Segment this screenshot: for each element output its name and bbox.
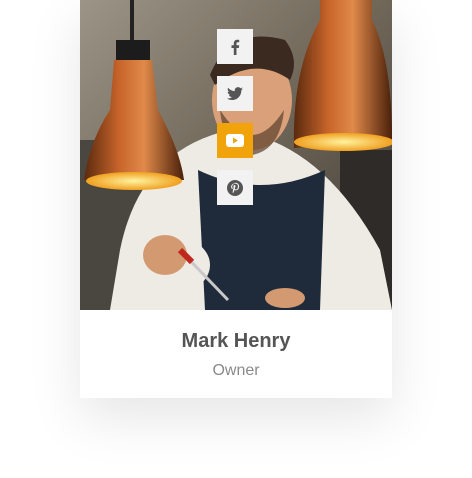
chef-photo: [80, 0, 392, 310]
youtube-icon: [226, 134, 244, 147]
member-role: Owner: [212, 362, 260, 379]
twitter-button[interactable]: [217, 76, 253, 111]
member-info: Mark Henry Owner: [80, 310, 392, 398]
twitter-icon: [227, 86, 243, 100]
pinterest-icon: [227, 179, 243, 196]
facebook-button[interactable]: [217, 29, 253, 64]
team-member-card: Mark Henry Owner: [80, 0, 392, 398]
pinterest-button[interactable]: [217, 170, 253, 205]
member-name: Mark Henry: [181, 330, 291, 352]
facebook-icon: [231, 39, 240, 55]
youtube-button[interactable]: [217, 123, 253, 158]
